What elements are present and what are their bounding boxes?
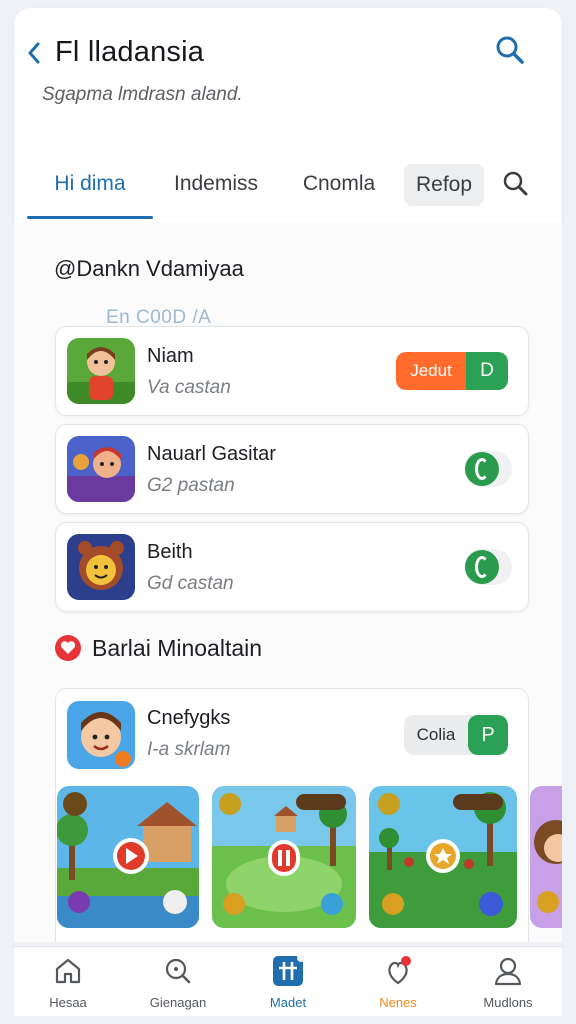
page-title: Fl lladansia [55, 36, 205, 68]
nav-profile[interactable]: Mudlons [458, 955, 558, 1010]
game-name: Beith [147, 541, 193, 563]
action-label: Jedut [396, 352, 466, 390]
game-thumbnail [67, 534, 135, 600]
tab-cnomla[interactable]: Cnomla [286, 160, 392, 208]
home-icon [55, 958, 81, 984]
game-row[interactable]: Nauarl Gasitar G2 pastan [55, 424, 529, 514]
heart-icon [55, 635, 81, 661]
game-subtitle: Va castan [147, 377, 231, 398]
game-thumbnail [67, 701, 135, 769]
game-thumbnail [67, 338, 135, 404]
bottom-navigation: Hesaa Gienagan Madet Nenes Mudlons [14, 946, 562, 1016]
game-row[interactable]: Beith Gd castan [55, 522, 529, 612]
profile-icon [494, 957, 522, 986]
action-label: Colia [416, 725, 456, 744]
game-thumbnail [67, 436, 135, 502]
screenshot-thumbnail[interactable] [530, 786, 562, 928]
chevron-left-icon [28, 42, 40, 64]
screenshot-thumbnail[interactable] [212, 786, 356, 928]
game-subtitle: Gd castan [147, 573, 234, 594]
notification-icon [388, 956, 411, 985]
game-row[interactable]: Niam Va castan Jedut D [55, 326, 529, 416]
action-icon-label: P [468, 715, 508, 755]
nav-label: Nenes [379, 995, 417, 1010]
game-action-button[interactable]: Jedut D [396, 352, 508, 390]
nav-label: Madet [269, 995, 307, 1010]
section-header: Barlai Minoaltain [54, 634, 262, 662]
section-title: Barlai Minoaltain [92, 634, 263, 661]
game-name: Cnefygks [147, 707, 231, 729]
search-icon [165, 958, 191, 984]
section-title: @Dankn Vdamiyaa [54, 256, 244, 281]
grid-icon [273, 955, 304, 986]
screenshot-thumbnail[interactable] [57, 786, 199, 928]
nav-label: Mudlons [483, 995, 533, 1010]
tab-hidima[interactable]: Hi dima [27, 160, 153, 208]
tab-search-button[interactable] [498, 164, 534, 204]
nav-label: Hesaa [49, 995, 87, 1010]
nav-notifications[interactable]: Nenes [348, 955, 448, 1010]
active-tab-indicator [27, 216, 153, 219]
nav-home[interactable]: Hesaa [18, 955, 118, 1010]
page-subtitle: Sgapma lmdrasn aland. [42, 84, 243, 105]
nav-market[interactable]: Madet [238, 955, 338, 1010]
back-button[interactable] [22, 34, 48, 74]
action-icon-label: D [466, 352, 508, 390]
game-subtitle: I-a skrlam [147, 739, 231, 760]
game-name: Nauarl Gasitar [147, 443, 276, 465]
tab-indemiss[interactable]: Indemiss [154, 160, 278, 208]
search-icon [496, 36, 524, 64]
nav-label: Gienagan [149, 995, 207, 1010]
toggle-knob [465, 452, 499, 486]
screenshot-thumbnail[interactable] [369, 786, 517, 928]
game-name: Niam [147, 345, 194, 367]
toggle-knob [465, 550, 499, 584]
tab-bar: Hi dima Indemiss Cnomla Refop [14, 160, 562, 222]
game-toggle[interactable] [464, 451, 512, 487]
search-button[interactable] [490, 30, 530, 70]
nav-search[interactable]: Gienagan [128, 955, 228, 1010]
game-subtitle: G2 pastan [147, 475, 235, 496]
search-icon [503, 171, 528, 196]
tab-refop[interactable]: Refop [404, 164, 484, 206]
game-toggle[interactable] [464, 549, 512, 585]
featured-action-button[interactable]: Colia P [404, 715, 508, 755]
